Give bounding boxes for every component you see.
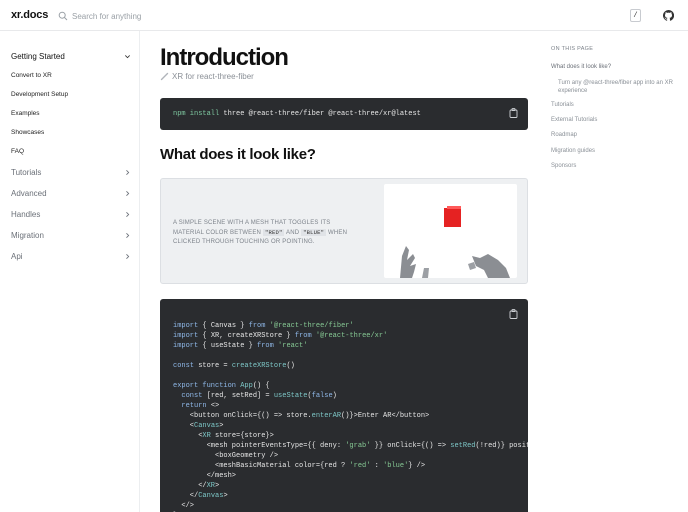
chevron-right-icon: [126, 254, 130, 259]
scene-image: [400, 206, 510, 278]
sidebar-section-label: Tutorials: [11, 168, 42, 177]
toc-title: On this page: [551, 46, 594, 52]
sidebar-section-label: Migration: [11, 231, 44, 240]
sidebar-item-convert-to-xr[interactable]: Convert to XR: [11, 72, 52, 79]
sidebar-item-examples[interactable]: Examples: [11, 110, 40, 117]
left-hand: [400, 246, 429, 278]
code-line: export function App() {: [173, 382, 270, 390]
toc-item-what-does-it-look-like[interactable]: What does it look like?: [551, 63, 611, 71]
code-line: <meshBasicMaterial color={red ? 'red' : …: [173, 462, 426, 470]
sidebar: [0, 31, 140, 512]
sidebar-section-label: Handles: [11, 210, 41, 219]
red-cube-top: [447, 206, 461, 209]
caption-code-blue: "blue": [301, 229, 327, 236]
sidebar-section-tutorials[interactable]: Tutorials: [11, 168, 131, 177]
sidebar-section-label: Api: [11, 252, 23, 261]
toc-item-external-tutorials[interactable]: External Tutorials: [551, 116, 597, 124]
sidebar-section-label: Getting Started: [11, 52, 65, 61]
3d-scene-preview[interactable]: [384, 184, 517, 278]
caption-code-red: "red": [262, 229, 285, 236]
subtitle-text: XR for react-three-fiber: [172, 72, 254, 81]
install-command[interactable]: npm install three @react-three/fiber @re…: [173, 110, 421, 118]
vr-icon: [160, 72, 169, 81]
search-shortcut-key: /: [630, 9, 641, 22]
toc-item-migration-guides[interactable]: Migration guides: [551, 147, 595, 155]
sidebar-item-showcases[interactable]: Showcases: [11, 129, 44, 136]
toc-item-turn-any-app[interactable]: Turn any @react-three/fiber app into an …: [558, 79, 680, 95]
example-preview: A simple scene with a mesh that toggles …: [160, 178, 528, 284]
toc-item-tutorials[interactable]: Tutorials: [551, 101, 574, 109]
install-command-block: npm install three @react-three/fiber @re…: [160, 98, 528, 130]
top-bar: xr.docs /: [0, 0, 688, 31]
page-title: Introduction: [160, 44, 289, 71]
red-cube: [444, 208, 461, 227]
code-line: <boxGeometry />: [173, 452, 279, 460]
code-line: <Canvas>: [173, 422, 224, 430]
code-line: <mesh pointerEventsType={{ deny: 'grab' …: [173, 442, 528, 450]
sidebar-section-api[interactable]: Api: [11, 252, 131, 261]
sidebar-section-label: Advanced: [11, 189, 47, 198]
chevron-right-icon: [126, 212, 130, 217]
code-example[interactable]: import { Canvas } from '@react-three/fib…: [173, 311, 528, 512]
code-line: </mesh>: [173, 472, 237, 480]
copy-icon[interactable]: [509, 309, 518, 319]
sidebar-item-development-setup[interactable]: Development Setup: [11, 91, 68, 98]
github-icon[interactable]: [663, 10, 674, 21]
code-line: import { useState } from 'react': [173, 342, 308, 350]
code-line: </>: [173, 502, 195, 510]
chevron-right-icon: [126, 233, 130, 238]
code-line: </Canvas>: [173, 492, 228, 500]
chevron-down-icon: [125, 55, 130, 59]
code-line: import { XR, createXRStore } from '@reac…: [173, 332, 388, 340]
toc-item-sponsors[interactable]: Sponsors: [551, 162, 576, 170]
search-icon: [58, 11, 68, 21]
sidebar-item-faq[interactable]: FAQ: [11, 148, 24, 155]
chevron-right-icon: [126, 170, 130, 175]
install-command-args: three @react-three/fiber @react-three/xr…: [219, 110, 421, 118]
code-line: return <>: [181, 402, 220, 410]
search-input[interactable]: [72, 11, 232, 21]
sidebar-section-getting-started[interactable]: Getting Started: [11, 52, 131, 61]
code-line: const store = createXRStore(): [173, 362, 295, 370]
sidebar-section-migration[interactable]: Migration: [11, 231, 131, 240]
chevron-right-icon: [126, 191, 130, 196]
code-line: import { Canvas } from '@react-three/fib…: [173, 322, 354, 330]
code-line: const [red, setRed] = useState(false): [181, 392, 337, 400]
section-heading: What does it look like?: [160, 146, 316, 163]
right-hand: [468, 254, 510, 278]
preview-caption: A simple scene with a mesh that toggles …: [173, 219, 363, 247]
site-logo[interactable]: xr.docs: [11, 9, 48, 21]
caption-text: and: [284, 230, 302, 236]
copy-icon[interactable]: [509, 108, 518, 118]
toc-item-roadmap[interactable]: Roadmap: [551, 131, 577, 139]
install-command-keyword: npm install: [173, 110, 220, 118]
code-line: <button onClick={() => store.enterAR()}>…: [173, 412, 430, 420]
sidebar-section-advanced[interactable]: Advanced: [11, 189, 131, 198]
code-example-block: import { Canvas } from '@react-three/fib…: [160, 299, 528, 512]
search-box[interactable]: [58, 9, 232, 23]
sidebar-section-handles[interactable]: Handles: [11, 210, 131, 219]
code-line: <XR store={store}>: [173, 432, 274, 440]
code-line: </XR>: [173, 482, 220, 490]
page-subtitle: XR for react-three-fiber: [160, 72, 254, 81]
